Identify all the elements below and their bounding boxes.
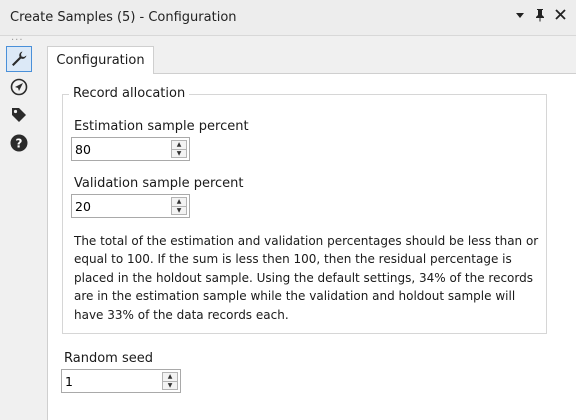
sidebar-item-help[interactable]: ? <box>6 130 32 156</box>
allocation-description: The total of the estimation and validati… <box>74 234 539 322</box>
estimation-decrement-button[interactable]: ▼ <box>171 149 187 158</box>
estimation-label: Estimation sample percent <box>74 119 249 134</box>
sidebar-item-connection[interactable] <box>6 74 32 100</box>
compass-icon <box>10 78 28 96</box>
random-seed-increment-button[interactable]: ▲ <box>162 372 178 382</box>
estimation-stepper: ▲ ▼ <box>71 137 190 161</box>
overflow-dots: ··· <box>11 35 24 46</box>
random-seed-stepper: ▲ ▼ <box>61 369 181 393</box>
random-seed-decrement-button[interactable]: ▼ <box>162 381 178 390</box>
validation-stepper: ▲ ▼ <box>71 194 190 218</box>
sidebar: ? <box>0 46 40 158</box>
random-seed-label: Random seed <box>64 351 153 366</box>
window-controls <box>512 8 568 26</box>
validation-label: Validation sample percent <box>74 176 244 191</box>
validation-input[interactable] <box>72 195 170 217</box>
estimation-increment-button[interactable]: ▲ <box>171 140 187 150</box>
svg-text:?: ? <box>16 137 23 151</box>
pin-icon[interactable] <box>532 8 548 26</box>
random-seed-input[interactable] <box>62 370 161 392</box>
tag-icon <box>12 108 26 122</box>
wrench-icon <box>12 51 27 66</box>
dropdown-icon[interactable] <box>512 8 528 26</box>
estimation-input[interactable] <box>72 138 170 160</box>
tab-configuration[interactable]: Configuration <box>47 46 154 74</box>
validation-increment-button[interactable]: ▲ <box>171 197 187 207</box>
record-allocation-legend: Record allocation <box>69 86 190 101</box>
sidebar-item-annotation[interactable] <box>6 102 32 128</box>
title-bar: Create Samples (5) - Configuration <box>0 0 576 36</box>
sidebar-item-configuration[interactable] <box>6 46 32 72</box>
help-icon: ? <box>10 134 28 152</box>
window-title: Create Samples (5) - Configuration <box>10 10 237 25</box>
validation-decrement-button[interactable]: ▼ <box>171 206 187 215</box>
close-icon[interactable] <box>552 8 568 26</box>
